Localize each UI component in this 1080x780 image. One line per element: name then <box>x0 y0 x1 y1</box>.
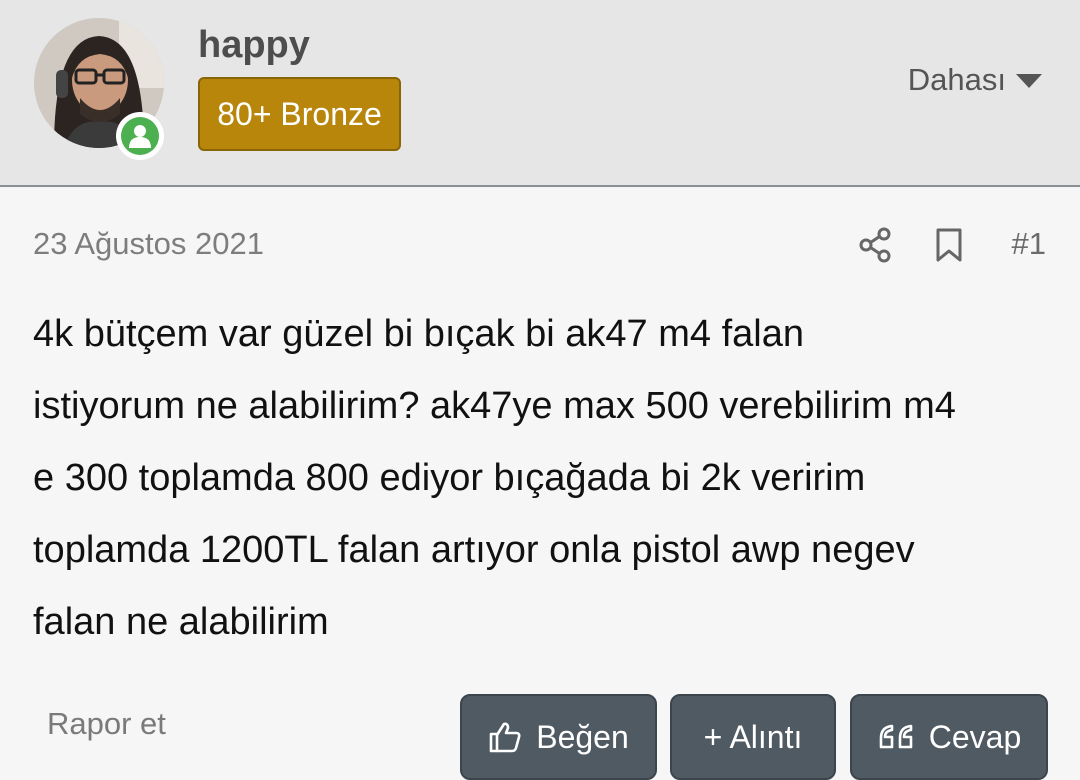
chevron-down-icon <box>1016 74 1042 88</box>
reply-button[interactable]: Cevap <box>850 694 1048 780</box>
quote-button[interactable]: + Alıntı <box>670 694 836 780</box>
more-menu[interactable]: Dahası <box>908 62 1042 98</box>
online-status <box>116 112 164 160</box>
post-header: happy 80+ Bronze Dahası <box>0 0 1080 187</box>
bookmark-icon[interactable] <box>934 227 964 268</box>
user-online-icon <box>121 117 159 155</box>
like-label: Beğen <box>536 718 629 755</box>
report-link[interactable]: Rapor et <box>47 706 166 742</box>
more-label: Dahası <box>907 62 1006 97</box>
username[interactable]: happy <box>198 24 310 67</box>
post-date[interactable]: 23 Ağustos 2021 <box>33 226 264 262</box>
share-icon[interactable] <box>858 227 892 268</box>
user-rank-badge: 80+ Bronze <box>198 77 401 151</box>
reply-label: Cevap <box>928 718 1022 755</box>
post-body: 4k bütçem var güzel bi bıçak bi ak47 m4 … <box>33 313 956 643</box>
thumbs-up-icon <box>488 720 522 754</box>
post-number[interactable]: #1 <box>1012 226 1046 262</box>
like-button[interactable]: Beğen <box>460 694 657 780</box>
quote-label: + Alıntı <box>703 718 803 755</box>
quote-icon <box>877 723 915 751</box>
